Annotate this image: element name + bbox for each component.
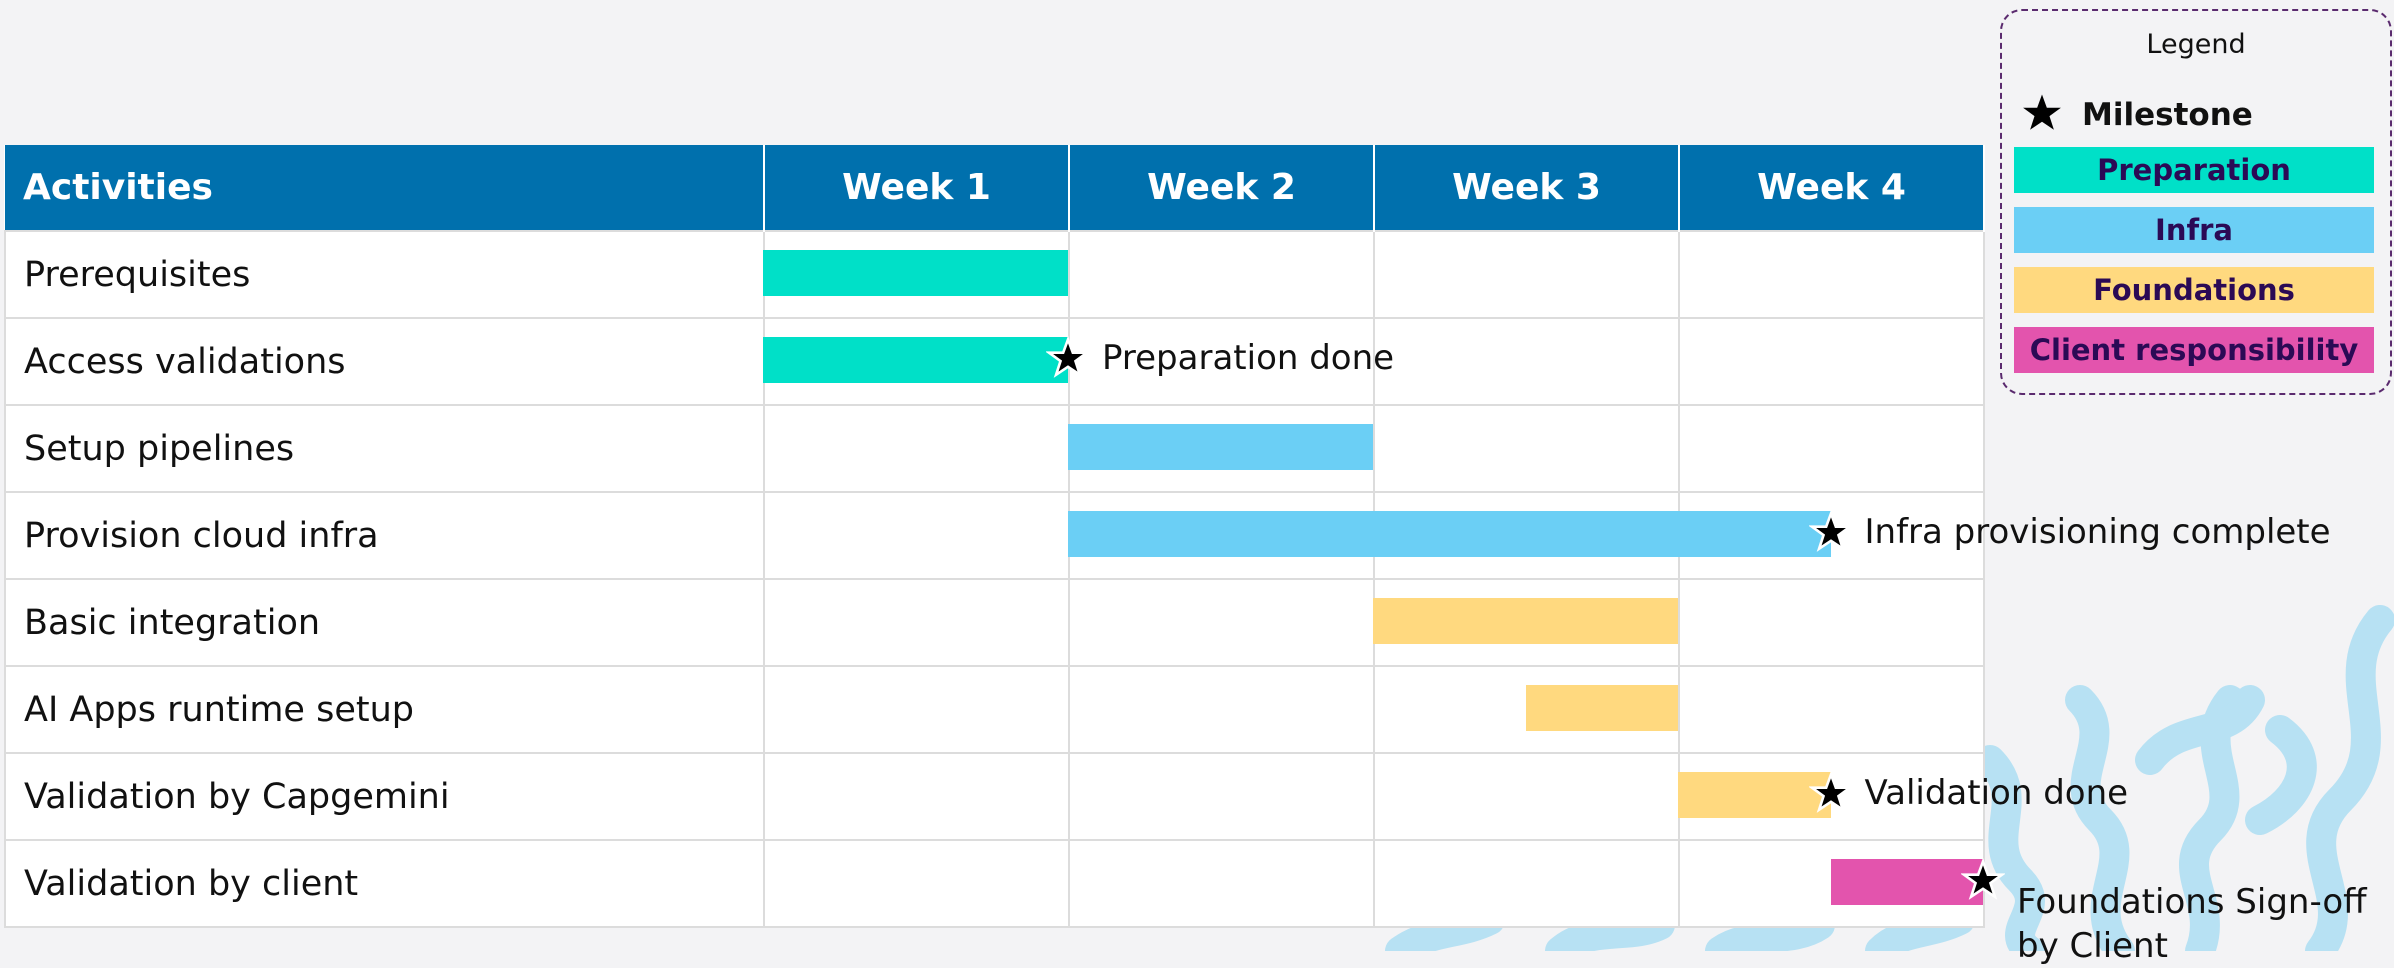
milestone-star-icon	[1808, 771, 1853, 813]
milestone-label: Infra provisioning complete	[1864, 512, 2331, 552]
task-bar-setup-pipelines	[1068, 424, 1373, 470]
task-bar-basic-integration	[1373, 598, 1678, 644]
legend-client-responsibility: Client responsibility	[2014, 327, 2374, 373]
legend: Legend Milestone Preparation Infra Found…	[2000, 9, 2392, 395]
milestone-label: Preparation done	[1102, 338, 1395, 378]
task-bar-provision-cloud-infra	[1068, 511, 1831, 557]
legend-preparation: Preparation	[2014, 147, 2374, 193]
milestone-star-icon	[1808, 510, 1853, 552]
task-bar-access-validations	[763, 337, 1068, 383]
task-bar-ai-apps-runtime-setup	[1525, 685, 1678, 731]
milestone-star-icon	[1046, 336, 1090, 378]
legend-foundations: Foundations	[2014, 267, 2374, 313]
legend-infra: Infra	[2014, 207, 2374, 253]
milestone-star-icon	[1961, 858, 2005, 900]
legend-title: Legend	[2146, 29, 2246, 60]
legend-milestone-label: Milestone	[2082, 97, 2253, 133]
milestone-label: Foundations Sign-off by Client	[2017, 882, 2367, 967]
milestone-label: Validation done	[1864, 773, 2129, 813]
milestone-star-icon	[2023, 94, 2061, 130]
task-bar-prerequisites	[763, 250, 1068, 296]
